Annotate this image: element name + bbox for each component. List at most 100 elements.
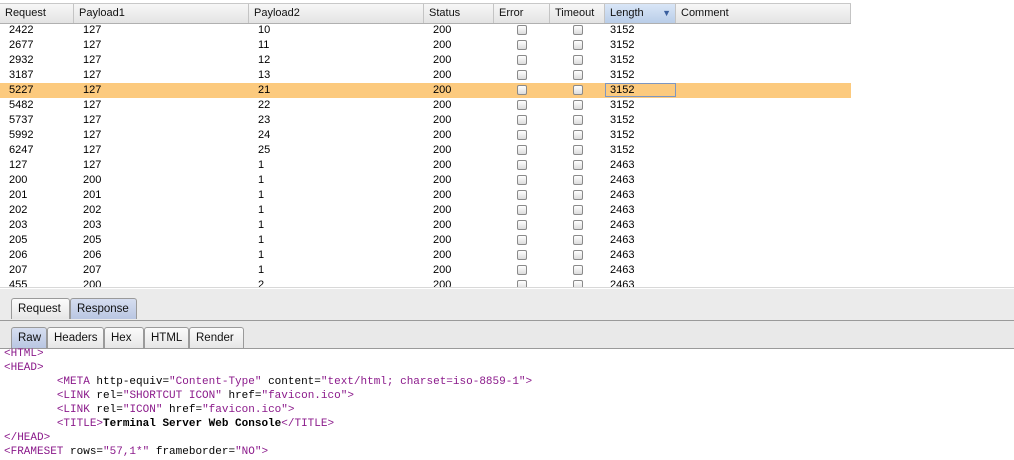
cell-payload1: 127 [83, 99, 102, 111]
code-token: "Content-Type" [169, 376, 262, 388]
cell-payload1: 203 [83, 219, 102, 231]
code-token: > [261, 446, 269, 458]
cell-request: 3187 [9, 69, 34, 81]
timeout-checkbox [573, 55, 583, 65]
cell-status: 200 [433, 189, 452, 201]
cell-status: 200 [433, 114, 452, 126]
table-row[interactable]: 202 202 1 200 2463 [0, 203, 851, 218]
code-token: href= [162, 404, 203, 416]
error-checkbox [517, 250, 527, 260]
table-row[interactable]: 5737 127 23 200 3152 [0, 113, 851, 128]
results-table: Request Payload1 Payload2 Status Error Timeou… [0, 0, 1014, 288]
code-line: </HEAD> [4, 431, 50, 445]
cell-length: 3152 [610, 99, 635, 111]
table-row[interactable]: 6247 127 25 200 3152 [0, 143, 851, 158]
cell-request: 5482 [9, 99, 34, 111]
code-token: "57,1*" [103, 446, 150, 458]
cell-payload2: 1 [258, 189, 265, 201]
table-row[interactable]: 203 203 1 200 2463 [0, 218, 851, 233]
cell-payload1: 127 [83, 39, 102, 51]
code-token: href= [221, 390, 262, 402]
timeout-checkbox [573, 100, 583, 110]
tab-raw[interactable]: Raw [11, 327, 47, 348]
table-row[interactable]: 206 206 1 200 2463 [0, 248, 851, 263]
column-header-label: Status [429, 7, 461, 19]
table-row[interactable]: 5227 127 21 200 3152 [0, 83, 851, 98]
cell-payload2: 11 [258, 39, 270, 51]
cell-payload2: 22 [258, 99, 271, 111]
cell-length: 3152 [610, 144, 635, 156]
timeout-checkbox [573, 40, 583, 50]
column-header-request[interactable]: Request [0, 4, 74, 23]
tab-headers[interactable]: Headers [47, 327, 104, 348]
code-token: rel= [89, 404, 123, 416]
code-token: > [525, 376, 533, 388]
cell-payload2: 1 [258, 174, 265, 186]
timeout-checkbox [573, 85, 583, 95]
column-header-payload2[interactable]: Payload2 [249, 4, 424, 23]
tab-response[interactable]: Response [70, 298, 137, 319]
table-row[interactable]: 127 127 1 200 2463 [0, 158, 851, 173]
cell-status: 200 [433, 129, 452, 141]
code-line: <HTML> [4, 347, 44, 361]
cell-status: 200 [433, 24, 452, 36]
message-panel: Request Response Raw Headers Hex HTML Render … [0, 289, 1014, 460]
tab-html[interactable]: HTML [144, 327, 189, 348]
column-header-timeout[interactable]: Timeout [550, 4, 605, 23]
column-header-comment[interactable]: Comment [676, 4, 851, 23]
table-row[interactable]: 2932 127 12 200 3152 [0, 53, 851, 68]
error-checkbox [517, 205, 527, 215]
column-header-status[interactable]: Status [424, 4, 494, 23]
cell-length: 3152 [610, 129, 635, 141]
table-row[interactable]: 207 207 1 200 2463 [0, 263, 851, 278]
code-token: frameborder= [149, 446, 236, 458]
cell-status: 200 [433, 174, 452, 186]
column-header-error[interactable]: Error [494, 4, 550, 23]
code-line: <LINK rel="SHORTCUT ICON" href="favicon.… [4, 389, 354, 403]
table-row[interactable]: 2422 127 10 200 3152 [0, 23, 851, 38]
code-token: > [347, 390, 354, 402]
cell-request: 2422 [9, 24, 34, 36]
tab-hex[interactable]: Hex [104, 327, 144, 348]
cell-request: 205 [9, 234, 28, 246]
column-header-payload1[interactable]: Payload1 [74, 4, 249, 23]
cell-payload2: 13 [258, 69, 271, 81]
cell-length: 3152 [610, 54, 635, 66]
table-row[interactable]: 5482 127 22 200 3152 [0, 98, 851, 113]
code-token: "favicon.ico" [202, 404, 288, 416]
cell-length: 2463 [610, 234, 635, 246]
table-row[interactable]: 201 201 1 200 2463 [0, 188, 851, 203]
cell-payload1: 127 [83, 129, 102, 141]
cell-request: 127 [9, 159, 28, 171]
table-row[interactable]: 200 200 1 200 2463 [0, 173, 851, 188]
tab-request[interactable]: Request [11, 298, 70, 319]
column-header-label: Payload1 [79, 7, 125, 19]
cell-status: 200 [433, 99, 452, 111]
code-line: <META http-equiv="Content-Type" content=… [4, 375, 532, 389]
cell-status: 200 [433, 204, 452, 216]
table-body: 2422 127 10 200 3152 2677 127 11 200 3152 2932 127 1… [0, 23, 851, 288]
cell-request: 206 [9, 249, 28, 261]
column-header-length[interactable]: Length ▼ [605, 4, 676, 23]
error-checkbox [517, 25, 527, 35]
code-token: <FRAMESET [4, 446, 64, 458]
code-token: </TITLE> [281, 418, 335, 430]
table-row[interactable]: 3187 127 13 200 3152 [0, 68, 851, 83]
timeout-checkbox [573, 25, 583, 35]
cell-payload1: 201 [83, 189, 102, 201]
response-raw-view[interactable]: <HTML> <HEAD> <META http-equiv="Content-T… [0, 347, 1014, 460]
error-checkbox [517, 265, 527, 275]
column-header-label: Comment [681, 7, 729, 19]
view-mode-tabbar: Raw Headers Hex HTML Render [0, 321, 1014, 349]
cell-payload2: 1 [258, 264, 265, 276]
table-row[interactable]: 5992 127 24 200 3152 [0, 128, 851, 143]
cell-payload1: 207 [83, 264, 102, 276]
error-checkbox [517, 235, 527, 245]
table-row[interactable]: 2677 127 11 200 3152 [0, 38, 851, 53]
table-row[interactable]: 205 205 1 200 2463 [0, 233, 851, 248]
tab-render[interactable]: Render [189, 327, 244, 348]
timeout-checkbox [573, 70, 583, 80]
cell-payload1: 202 [83, 204, 102, 216]
